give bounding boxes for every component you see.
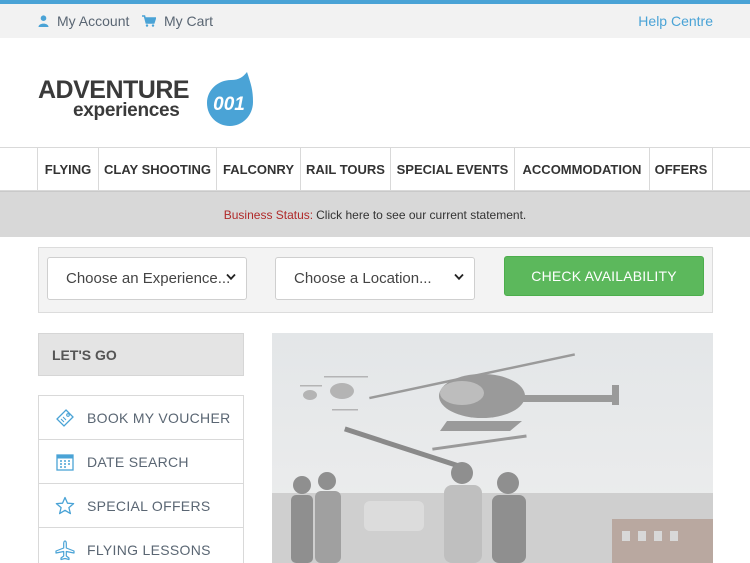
nav-item-accommodation[interactable]: ACCOMMODATION [514,148,649,190]
sidebar-list: BOOK MY VOUCHER DATE SEARCH SPECIAL OFFE… [38,395,244,563]
nav-item-special-events[interactable]: SPECIAL EVENTS [390,148,514,190]
my-account-label: My Account [57,13,130,29]
hero-image [272,333,713,563]
my-account-link[interactable]: My Account [38,13,129,29]
sidebar-item-label: FLYING LESSONS [87,541,211,558]
sidebar-item-book-my-voucher[interactable]: BOOK MY VOUCHER [39,396,243,440]
my-cart-link[interactable]: My Cart [142,13,213,29]
voucher-icon [54,407,76,429]
business-status-bar[interactable]: Business Status: Click here to see our c… [0,191,750,237]
nav-item-flying[interactable]: FLYING [37,148,98,190]
my-cart-label: My Cart [164,13,213,29]
sidebar-item-flying-lessons[interactable]: FLYING LESSONS [39,528,243,563]
nav-item-offers[interactable]: OFFERS [649,148,713,190]
nav-item-clay-shooting[interactable]: CLAY SHOOTING [98,148,216,190]
location-select-value: Choose a Location... [294,270,432,287]
main-nav: FLYING CLAY SHOOTING FALCONRY RAIL TOURS… [0,147,750,191]
nav-item-rail-tours[interactable]: RAIL TOURS [300,148,390,190]
status-label: Business Status: [223,207,314,222]
experience-select-value: Choose an Experience... [66,270,231,287]
plane-icon [54,539,76,561]
sidebar-item-label: SPECIAL OFFERS [87,497,211,514]
check-availability-button[interactable]: CHECK AVAILABILITY [504,256,704,296]
chevron-down-icon [226,273,236,281]
chevron-down-icon [454,273,464,281]
logo-drop-icon: 001 [207,72,253,126]
calendar-icon [54,451,76,473]
sidebar-item-label: DATE SEARCH [87,453,189,470]
sidebar-item-special-offers[interactable]: SPECIAL OFFERS [39,484,243,528]
logo-line-experiences: experiences [73,100,180,121]
status-message-link[interactable]: Click here to see our current statement. [316,208,526,222]
sidebar-item-label: BOOK MY VOUCHER [87,409,231,426]
nav-item-falconry[interactable]: FALCONRY [216,148,300,190]
availability-search-panel: Choose an Experience... Choose a Locatio… [38,247,713,313]
site-logo[interactable]: ADVENTURE experiences 001 [38,70,258,130]
star-icon [54,495,76,517]
experience-select[interactable]: Choose an Experience... [47,257,247,300]
lets-go-sidebar: LET'S GO BOOK MY VOUCHER DATE SEARCH SPE… [38,333,244,563]
cart-icon [142,15,156,27]
logo-badge-text: 001 [213,94,245,115]
utility-bar: My Account My Cart Help Centre [0,4,750,38]
user-icon [38,15,49,27]
sidebar-heading: LET'S GO [38,333,244,376]
location-select[interactable]: Choose a Location... [275,257,475,300]
help-centre-link[interactable]: Help Centre [638,13,713,29]
sidebar-item-date-search[interactable]: DATE SEARCH [39,440,243,484]
